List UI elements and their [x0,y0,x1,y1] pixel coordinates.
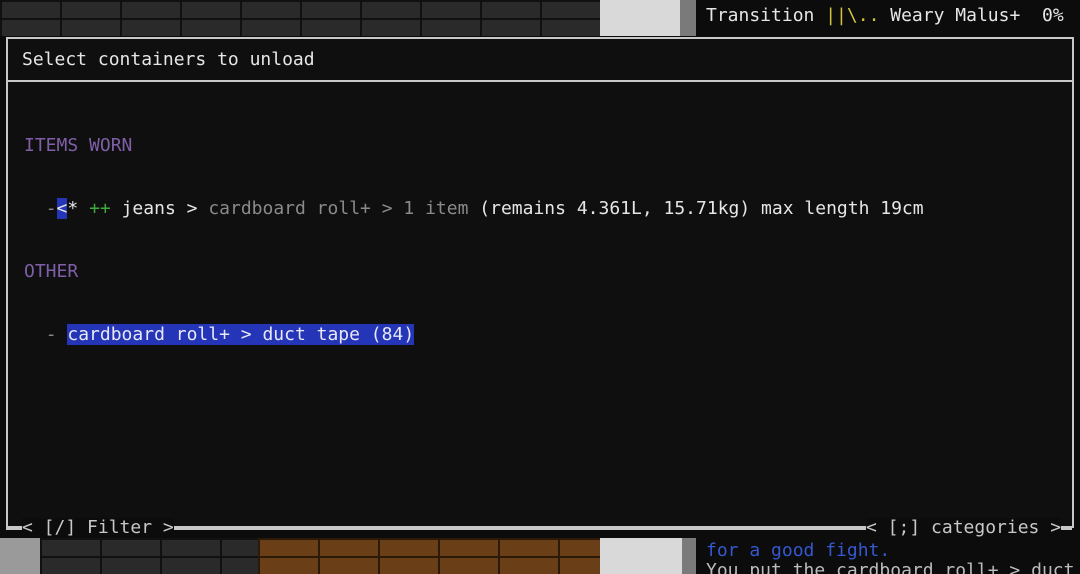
title-separator [8,80,1072,82]
gray-tile [0,538,40,574]
item-name: jeans [121,198,176,219]
arrow: > [381,198,393,219]
list-item[interactable]: - cardboard roll+ > duct tape (84) [24,324,924,345]
filter-button[interactable]: < [/] Filter > [22,518,174,538]
container-list: ITEMS WORN -<* ++ jeans > cardboard roll… [24,93,924,387]
unload-containers-dialog: Select containers to unload ITEMS WORN -… [6,37,1074,528]
container-details: (remains 4.361L, 15.71kg) max length 19c… [479,198,924,219]
cursor-marker: < [56,198,68,219]
dialog-footer: < [/] Filter > < [;] categories > [0,518,1080,538]
status-panel: Transition ||\.. Weary Malus+ 0% [696,0,1080,36]
status-effect: Weary Malus+ [890,5,1021,26]
log-message: for a good fight. [706,540,891,561]
wood-floor [258,538,600,574]
container-name: cardboard roll+ [208,198,371,219]
row-prefix: - [45,324,57,345]
categories-button[interactable]: < [;] categories > [866,518,1062,538]
dialog-title: Select containers to unload [22,49,315,70]
game-view-bottom: for a good fight. You put the cardboard … [0,538,1080,574]
item-count: 1 item [403,198,469,219]
white-tile [600,538,682,574]
row-prefix: - [45,198,57,219]
selected-item-label: cardboard roll+ > duct tape (84) [67,324,415,345]
log-message: You put the cardboard roll+ > duct [706,560,1075,574]
arrow: > [186,198,198,219]
game-view-top: Transition ||\.. Weary Malus+ 0% [0,0,1080,36]
status-line: Transition ||\.. Weary Malus+ 0% [706,5,1064,26]
gray-tile [680,0,696,36]
status-bars: ||\.. [825,5,880,26]
category-header: OTHER [24,261,79,282]
brick-wall [0,0,600,36]
gray-tile [682,538,696,574]
message-log: for a good fight. You put the cardboard … [696,538,1080,574]
brick-wall [40,538,258,574]
worn-marker: * [67,198,79,219]
white-tile [600,0,680,36]
status-label: Transition [706,5,815,26]
status-percent: 0% [1041,5,1064,26]
quality-plus: ++ [89,198,111,219]
list-item[interactable]: -<* ++ jeans > cardboard roll+ > 1 item … [24,198,924,219]
category-header: ITEMS WORN [24,135,133,156]
